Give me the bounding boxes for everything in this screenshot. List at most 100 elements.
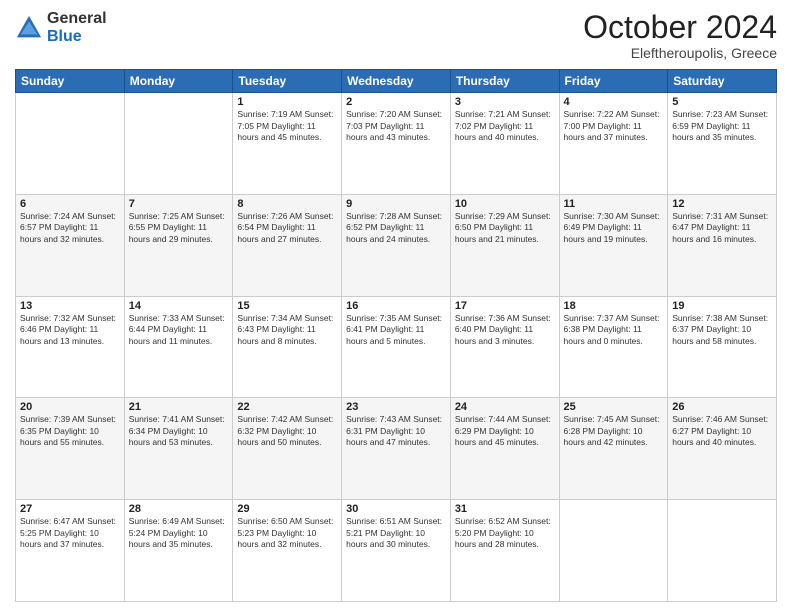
table-row: 5Sunrise: 7:23 AM Sunset: 6:59 PM Daylig… xyxy=(668,93,777,195)
table-row: 17Sunrise: 7:36 AM Sunset: 6:40 PM Dayli… xyxy=(450,296,559,398)
table-row: 27Sunrise: 6:47 AM Sunset: 5:25 PM Dayli… xyxy=(16,500,125,602)
table-row: 22Sunrise: 7:42 AM Sunset: 6:32 PM Dayli… xyxy=(233,398,342,500)
table-row: 30Sunrise: 6:51 AM Sunset: 5:21 PM Dayli… xyxy=(342,500,451,602)
day-info: Sunrise: 7:45 AM Sunset: 6:28 PM Dayligh… xyxy=(564,414,664,448)
table-row: 2Sunrise: 7:20 AM Sunset: 7:03 PM Daylig… xyxy=(342,93,451,195)
week-row-3: 13Sunrise: 7:32 AM Sunset: 6:46 PM Dayli… xyxy=(16,296,777,398)
table-row: 24Sunrise: 7:44 AM Sunset: 6:29 PM Dayli… xyxy=(450,398,559,500)
logo-blue-text: Blue xyxy=(47,28,107,46)
table-row: 9Sunrise: 7:28 AM Sunset: 6:52 PM Daylig… xyxy=(342,194,451,296)
day-number: 19 xyxy=(672,300,772,312)
day-info: Sunrise: 7:38 AM Sunset: 6:37 PM Dayligh… xyxy=(672,313,772,347)
day-info: Sunrise: 6:51 AM Sunset: 5:21 PM Dayligh… xyxy=(346,516,446,550)
day-info: Sunrise: 7:39 AM Sunset: 6:35 PM Dayligh… xyxy=(20,414,120,448)
table-row xyxy=(559,500,668,602)
day-info: Sunrise: 7:43 AM Sunset: 6:31 PM Dayligh… xyxy=(346,414,446,448)
day-number: 26 xyxy=(672,401,772,413)
day-number: 4 xyxy=(564,96,664,108)
day-number: 5 xyxy=(672,96,772,108)
table-row: 4Sunrise: 7:22 AM Sunset: 7:00 PM Daylig… xyxy=(559,93,668,195)
table-row: 7Sunrise: 7:25 AM Sunset: 6:55 PM Daylig… xyxy=(124,194,233,296)
day-info: Sunrise: 6:49 AM Sunset: 5:24 PM Dayligh… xyxy=(129,516,229,550)
day-info: Sunrise: 7:31 AM Sunset: 6:47 PM Dayligh… xyxy=(672,211,772,245)
day-info: Sunrise: 7:21 AM Sunset: 7:02 PM Dayligh… xyxy=(455,109,555,143)
day-info: Sunrise: 7:23 AM Sunset: 6:59 PM Dayligh… xyxy=(672,109,772,143)
day-number: 16 xyxy=(346,300,446,312)
day-number: 29 xyxy=(237,503,337,515)
day-number: 6 xyxy=(20,198,120,210)
day-number: 14 xyxy=(129,300,229,312)
day-info: Sunrise: 7:34 AM Sunset: 6:43 PM Dayligh… xyxy=(237,313,337,347)
day-info: Sunrise: 7:22 AM Sunset: 7:00 PM Dayligh… xyxy=(564,109,664,143)
day-info: Sunrise: 7:41 AM Sunset: 6:34 PM Dayligh… xyxy=(129,414,229,448)
day-number: 2 xyxy=(346,96,446,108)
table-row: 14Sunrise: 7:33 AM Sunset: 6:44 PM Dayli… xyxy=(124,296,233,398)
day-number: 20 xyxy=(20,401,120,413)
day-number: 8 xyxy=(237,198,337,210)
day-info: Sunrise: 7:42 AM Sunset: 6:32 PM Dayligh… xyxy=(237,414,337,448)
col-saturday: Saturday xyxy=(668,70,777,93)
table-row: 29Sunrise: 6:50 AM Sunset: 5:23 PM Dayli… xyxy=(233,500,342,602)
day-info: Sunrise: 7:29 AM Sunset: 6:50 PM Dayligh… xyxy=(455,211,555,245)
table-row: 6Sunrise: 7:24 AM Sunset: 6:57 PM Daylig… xyxy=(16,194,125,296)
table-row: 12Sunrise: 7:31 AM Sunset: 6:47 PM Dayli… xyxy=(668,194,777,296)
table-row xyxy=(124,93,233,195)
day-number: 21 xyxy=(129,401,229,413)
day-info: Sunrise: 6:47 AM Sunset: 5:25 PM Dayligh… xyxy=(20,516,120,550)
col-thursday: Thursday xyxy=(450,70,559,93)
day-info: Sunrise: 7:36 AM Sunset: 6:40 PM Dayligh… xyxy=(455,313,555,347)
day-number: 11 xyxy=(564,198,664,210)
table-row: 10Sunrise: 7:29 AM Sunset: 6:50 PM Dayli… xyxy=(450,194,559,296)
week-row-1: 1Sunrise: 7:19 AM Sunset: 7:05 PM Daylig… xyxy=(16,93,777,195)
day-number: 18 xyxy=(564,300,664,312)
day-number: 10 xyxy=(455,198,555,210)
day-number: 31 xyxy=(455,503,555,515)
table-row: 19Sunrise: 7:38 AM Sunset: 6:37 PM Dayli… xyxy=(668,296,777,398)
calendar-header-row: Sunday Monday Tuesday Wednesday Thursday… xyxy=(16,70,777,93)
table-row: 11Sunrise: 7:30 AM Sunset: 6:49 PM Dayli… xyxy=(559,194,668,296)
day-info: Sunrise: 7:37 AM Sunset: 6:38 PM Dayligh… xyxy=(564,313,664,347)
day-info: Sunrise: 7:32 AM Sunset: 6:46 PM Dayligh… xyxy=(20,313,120,347)
table-row: 23Sunrise: 7:43 AM Sunset: 6:31 PM Dayli… xyxy=(342,398,451,500)
day-info: Sunrise: 6:50 AM Sunset: 5:23 PM Dayligh… xyxy=(237,516,337,550)
col-wednesday: Wednesday xyxy=(342,70,451,93)
header: General Blue October 2024 Eleftheroupoli… xyxy=(15,10,777,61)
table-row: 16Sunrise: 7:35 AM Sunset: 6:41 PM Dayli… xyxy=(342,296,451,398)
day-info: Sunrise: 7:25 AM Sunset: 6:55 PM Dayligh… xyxy=(129,211,229,245)
week-row-5: 27Sunrise: 6:47 AM Sunset: 5:25 PM Dayli… xyxy=(16,500,777,602)
day-number: 30 xyxy=(346,503,446,515)
day-number: 24 xyxy=(455,401,555,413)
table-row xyxy=(16,93,125,195)
day-info: Sunrise: 7:28 AM Sunset: 6:52 PM Dayligh… xyxy=(346,211,446,245)
day-info: Sunrise: 7:20 AM Sunset: 7:03 PM Dayligh… xyxy=(346,109,446,143)
table-row: 31Sunrise: 6:52 AM Sunset: 5:20 PM Dayli… xyxy=(450,500,559,602)
month-title: October 2024 xyxy=(583,10,777,45)
table-row: 15Sunrise: 7:34 AM Sunset: 6:43 PM Dayli… xyxy=(233,296,342,398)
table-row: 28Sunrise: 6:49 AM Sunset: 5:24 PM Dayli… xyxy=(124,500,233,602)
week-row-2: 6Sunrise: 7:24 AM Sunset: 6:57 PM Daylig… xyxy=(16,194,777,296)
week-row-4: 20Sunrise: 7:39 AM Sunset: 6:35 PM Dayli… xyxy=(16,398,777,500)
day-number: 25 xyxy=(564,401,664,413)
day-info: Sunrise: 7:46 AM Sunset: 6:27 PM Dayligh… xyxy=(672,414,772,448)
day-number: 27 xyxy=(20,503,120,515)
page: General Blue October 2024 Eleftheroupoli… xyxy=(0,0,792,612)
day-info: Sunrise: 7:44 AM Sunset: 6:29 PM Dayligh… xyxy=(455,414,555,448)
table-row: 13Sunrise: 7:32 AM Sunset: 6:46 PM Dayli… xyxy=(16,296,125,398)
col-friday: Friday xyxy=(559,70,668,93)
col-sunday: Sunday xyxy=(16,70,125,93)
day-number: 23 xyxy=(346,401,446,413)
table-row: 21Sunrise: 7:41 AM Sunset: 6:34 PM Dayli… xyxy=(124,398,233,500)
day-info: Sunrise: 7:33 AM Sunset: 6:44 PM Dayligh… xyxy=(129,313,229,347)
day-number: 12 xyxy=(672,198,772,210)
day-number: 22 xyxy=(237,401,337,413)
table-row: 26Sunrise: 7:46 AM Sunset: 6:27 PM Dayli… xyxy=(668,398,777,500)
day-info: Sunrise: 7:19 AM Sunset: 7:05 PM Dayligh… xyxy=(237,109,337,143)
col-tuesday: Tuesday xyxy=(233,70,342,93)
day-number: 17 xyxy=(455,300,555,312)
table-row: 1Sunrise: 7:19 AM Sunset: 7:05 PM Daylig… xyxy=(233,93,342,195)
day-number: 13 xyxy=(20,300,120,312)
calendar-table: Sunday Monday Tuesday Wednesday Thursday… xyxy=(15,69,777,602)
table-row: 18Sunrise: 7:37 AM Sunset: 6:38 PM Dayli… xyxy=(559,296,668,398)
day-number: 9 xyxy=(346,198,446,210)
day-number: 7 xyxy=(129,198,229,210)
